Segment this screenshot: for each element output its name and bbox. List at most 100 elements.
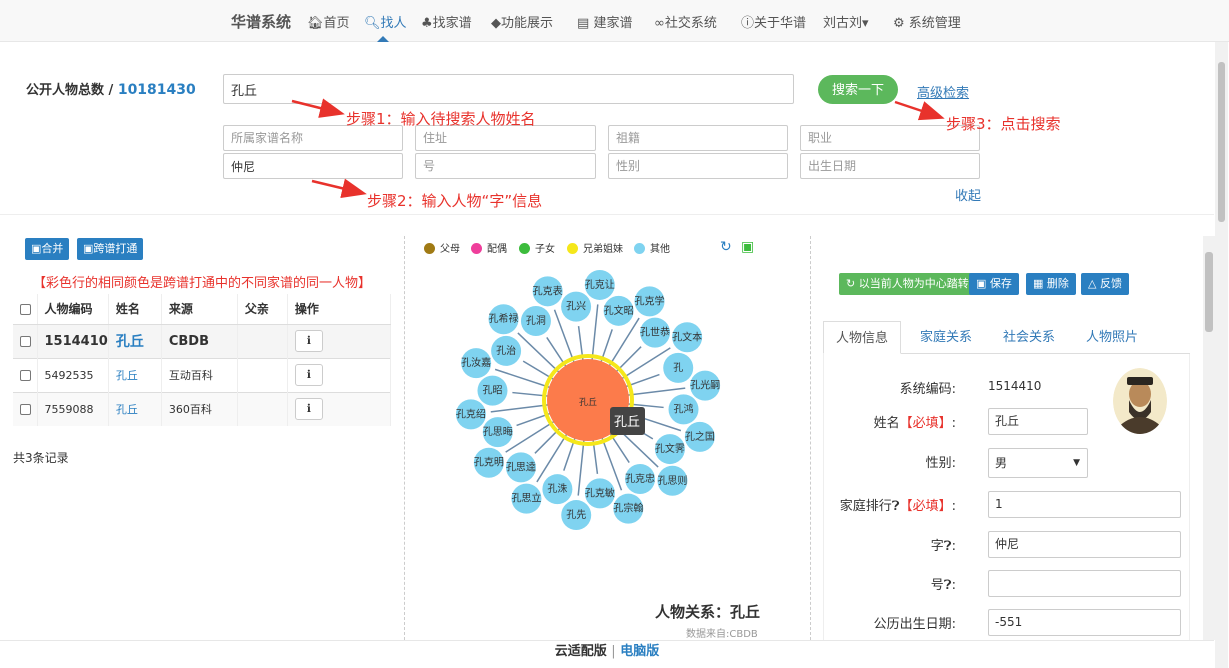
- info-button[interactable]: ℹ: [294, 330, 323, 352]
- page-scroll-thumb[interactable]: [1218, 62, 1225, 222]
- name-search-input[interactable]: [223, 74, 794, 104]
- page-scrollbar[interactable]: [1215, 42, 1228, 668]
- graph-node-label: 孔昭: [482, 385, 502, 397]
- save-button[interactable]: ▣ 保存: [969, 273, 1019, 295]
- public-person-total: 公开人物总数 / 10181430: [26, 82, 196, 98]
- footer-separator: |: [611, 644, 616, 659]
- panel-scrollbar[interactable]: [1203, 236, 1215, 640]
- birth-field[interactable]: -551: [988, 609, 1181, 636]
- info-button[interactable]: ℹ: [294, 364, 323, 386]
- row-checkbox[interactable]: [20, 335, 31, 347]
- legend-dot: [424, 243, 435, 254]
- tab-photos[interactable]: 人物照片: [1086, 321, 1138, 354]
- row-source: 360百科: [161, 391, 238, 426]
- birth-date-input[interactable]: [800, 153, 980, 179]
- graph-node-label: 孔鸿: [674, 402, 694, 415]
- top-navbar: 华谱系统 🏠︎首页 🔍︎找人 ♣找家谱 ◆功能展示 ▤ 建家谱 ∞社交系统 ⓘ关…: [0, 0, 1229, 42]
- active-indicator: [377, 36, 389, 42]
- hao-field[interactable]: [988, 570, 1181, 597]
- info-icon: ℹ: [306, 402, 311, 416]
- ancestral-home-input[interactable]: [608, 125, 788, 151]
- name-label: 姓名【必填】:: [873, 416, 956, 431]
- graph-node-label: 孔思则: [657, 474, 687, 487]
- zi-field[interactable]: 仲尼: [988, 531, 1181, 558]
- nav-item-admin[interactable]: ⚙ 系统管理: [893, 12, 961, 31]
- courtesy-name-input[interactable]: [223, 153, 403, 179]
- tree-icon: ♣: [421, 16, 433, 31]
- relationship-title: 人物关系：孔丘: [655, 603, 761, 621]
- table-row[interactable]: 7559088 孔丘 360百科 ℹ: [13, 391, 392, 426]
- gender-select[interactable]: 男 ▼: [988, 448, 1088, 478]
- pc-version-link[interactable]: 电脑版: [620, 644, 659, 659]
- graph-node-label: 孔先: [566, 509, 586, 521]
- graph-node-label: 孔治: [496, 344, 516, 357]
- graph-node-label: 孔克绍: [456, 407, 486, 420]
- graph-node-label: 孔文霁: [655, 442, 685, 455]
- tab-family[interactable]: 家庭关系: [920, 321, 972, 354]
- panel-divider-left: [404, 236, 405, 640]
- table-row[interactable]: 1514410 孔丘 CBDB ℹ: [13, 323, 392, 358]
- refresh-icon[interactable]: ↻: [720, 239, 732, 255]
- panel-scroll-thumb[interactable]: [1205, 252, 1213, 332]
- nav-item-features[interactable]: ◆功能展示: [491, 12, 553, 31]
- row-checkbox[interactable]: [20, 404, 31, 416]
- row-name-link[interactable]: 孔丘: [108, 323, 162, 358]
- row-checkbox[interactable]: [20, 370, 31, 381]
- select-all-cell: [13, 294, 38, 325]
- row-name-link[interactable]: 孔丘: [108, 391, 162, 426]
- results-table: 人物编码 姓名 来源 父亲 操作 1514410 孔丘 CBDB ℹ 54925…: [13, 294, 392, 426]
- rank-field[interactable]: 1: [988, 491, 1181, 518]
- advanced-search-link[interactable]: 高级检索: [917, 82, 969, 101]
- art-name-input[interactable]: [415, 153, 596, 179]
- collapse-link[interactable]: 收起: [955, 185, 981, 204]
- row-father: [237, 357, 288, 392]
- graph-node-label: 孔思逵: [506, 461, 536, 473]
- cloud-version-link[interactable]: 云适配版: [555, 644, 607, 659]
- nav-item-find-genealogy[interactable]: ♣找家谱: [421, 12, 472, 31]
- search-button[interactable]: 搜索一下: [818, 75, 898, 104]
- row-name-link[interactable]: 孔丘: [108, 357, 162, 392]
- row-code: 5492535: [37, 357, 109, 392]
- nav-item-social[interactable]: ∞社交系统: [654, 12, 717, 31]
- graph-node-label: 孔兴: [566, 301, 586, 313]
- color-row-note: 【彩色行的相同颜色是跨谱打通中的不同家谱的同一人物】: [33, 276, 372, 291]
- nav-item-build-genealogy[interactable]: ▤ 建家谱: [577, 12, 632, 31]
- info-button[interactable]: ℹ: [294, 398, 323, 421]
- tab-social[interactable]: 社会关系: [1003, 321, 1055, 354]
- legend-spouse: 配偶: [471, 240, 507, 255]
- caret-down-icon: ▾: [862, 16, 869, 31]
- table-row[interactable]: 5492535 孔丘 互动百科 ℹ: [13, 357, 392, 392]
- name-field[interactable]: 孔丘: [988, 408, 1088, 435]
- nav-item-user-menu[interactable]: 刘古刘▾: [823, 12, 869, 31]
- select-all-checkbox[interactable]: [20, 303, 31, 315]
- info-icon: ⓘ: [741, 16, 755, 31]
- feedback-button[interactable]: △ 反馈: [1081, 273, 1129, 295]
- step3-annotation: 步骤3：点击搜索: [946, 115, 1061, 133]
- nav-item-about[interactable]: ⓘ关于华谱: [741, 12, 806, 31]
- help-icon: ❓︎: [943, 539, 952, 554]
- brand-logo[interactable]: 华谱系统: [231, 11, 291, 32]
- col-action: 操作: [287, 294, 392, 325]
- col-father: 父亲: [237, 294, 288, 325]
- recenter-button[interactable]: ↻ 以当前人物为中心踏转: [839, 273, 976, 295]
- nav-item-find-person[interactable]: 🔍︎找人: [364, 12, 407, 31]
- tab-person-info[interactable]: 人物信息: [823, 321, 902, 354]
- graph-node-label: 孔克让: [585, 279, 615, 291]
- gender-input[interactable]: [608, 153, 788, 179]
- row-father: [237, 391, 288, 426]
- row-father: [237, 323, 288, 358]
- refresh-icon: ↻: [846, 277, 856, 290]
- cross-genealogy-button[interactable]: ▣跨谱打通: [77, 238, 144, 260]
- trash-icon: ▦: [1033, 277, 1044, 290]
- row-select-cell: [13, 357, 38, 392]
- graph-node-label: 孔汝嘉: [461, 356, 491, 369]
- relationship-graph: 孔克让孔文昭孔克学孔世恭 孔文本孔孔光嗣孔鸿孔之国孔文霁孔思则孔克忠孔宗翰孔克敏孔…: [455, 269, 721, 531]
- merge-button[interactable]: ▣合并: [25, 238, 70, 260]
- nav-item-home[interactable]: 🏠︎首页: [307, 12, 350, 31]
- delete-button[interactable]: ▦ 删除: [1026, 273, 1076, 295]
- save-image-icon[interactable]: ▣: [741, 239, 754, 255]
- legend-dot: [634, 243, 645, 254]
- graph-node-label: 孔宗翰: [613, 502, 643, 515]
- legend-children: 子女: [519, 240, 555, 255]
- graph-node-label: 孔思立: [511, 492, 541, 505]
